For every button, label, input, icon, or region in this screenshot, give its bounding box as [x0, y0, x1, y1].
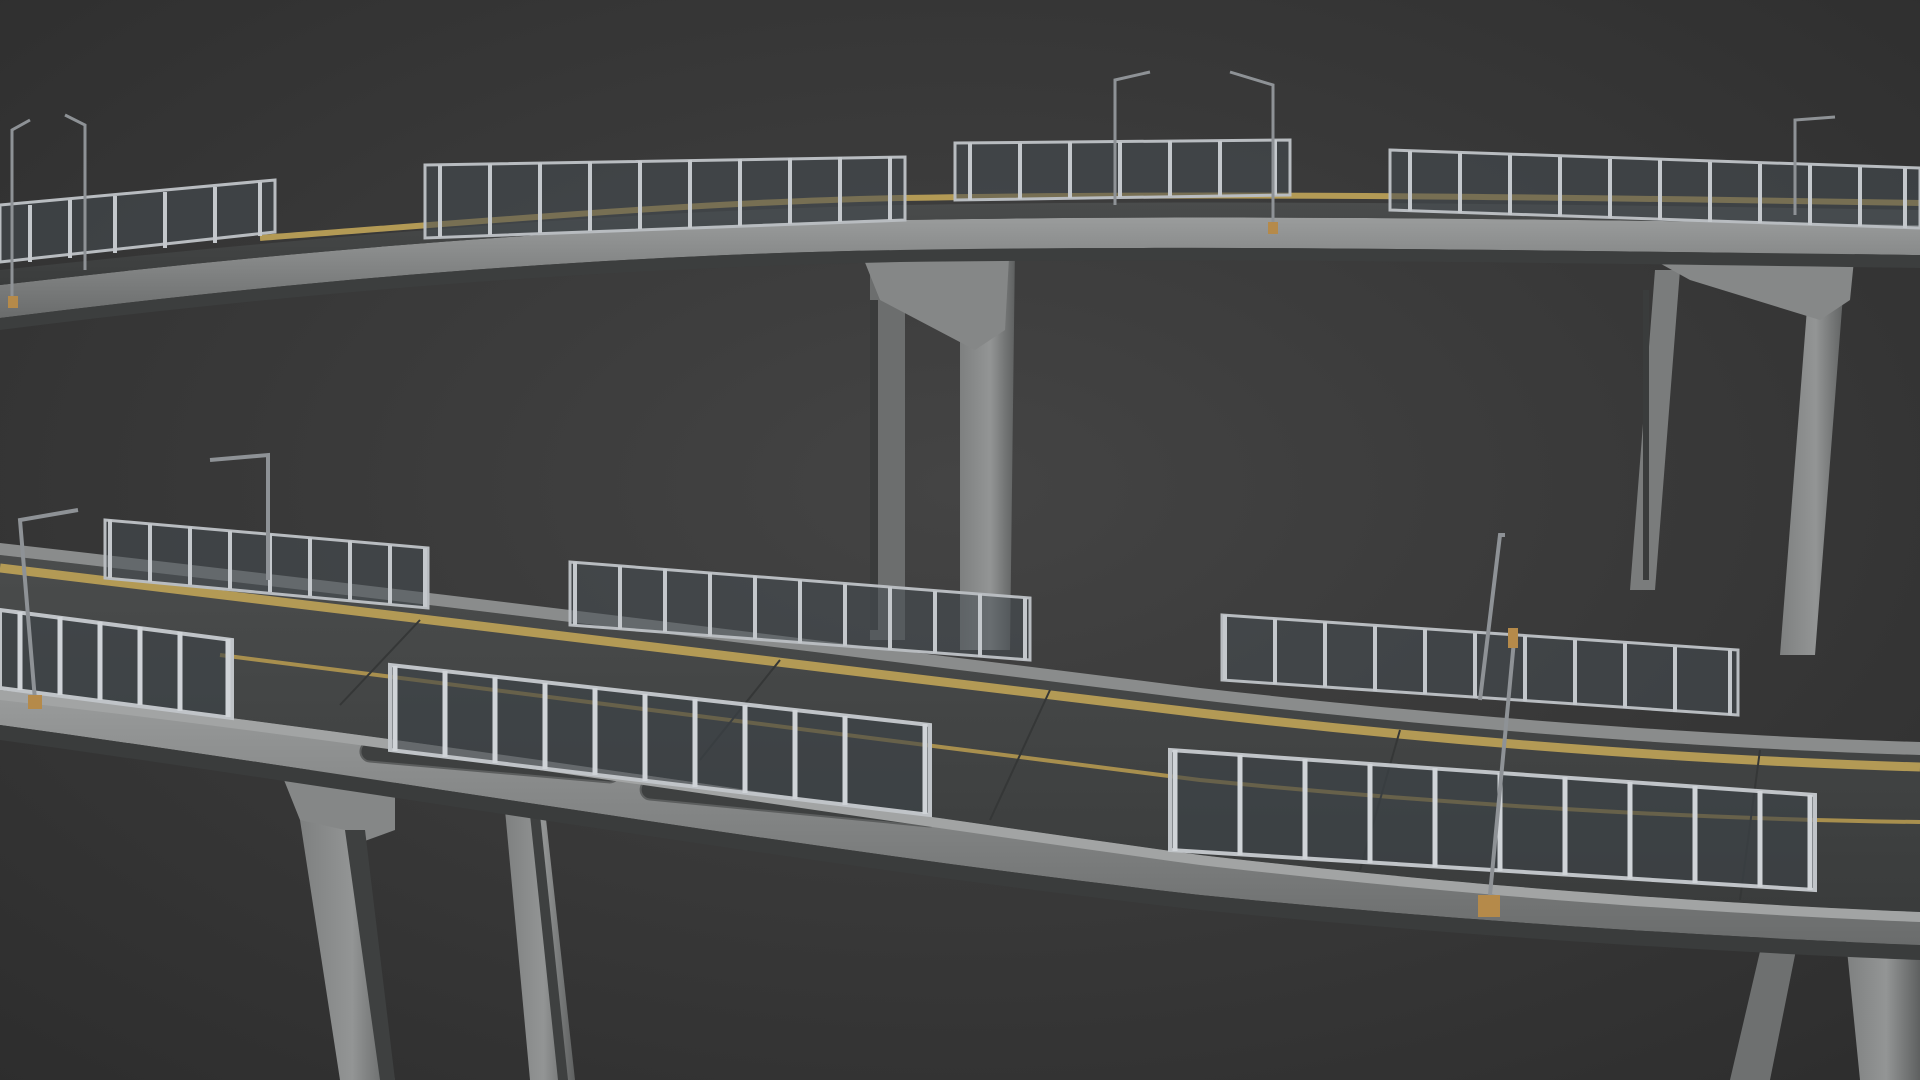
- bridge-render-scene: [0, 0, 1920, 1080]
